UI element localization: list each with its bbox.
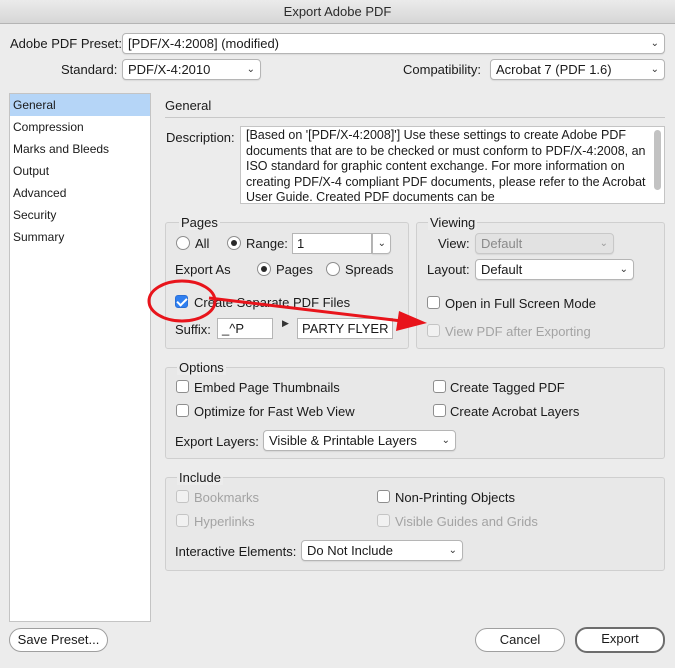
pages-label: Pages [276, 262, 313, 277]
chevron-down-icon: ⌄ [650, 38, 659, 49]
description-text: [Based on '[PDF/X-4:2008]'] Use these se… [246, 128, 646, 204]
layers-checkbox[interactable] [433, 404, 446, 417]
save-preset-button[interactable]: Save Preset... [9, 628, 108, 652]
suffix-input[interactable]: _^P [217, 318, 273, 339]
preset-value: [PDF/X-4:2008] (modified) [128, 36, 280, 51]
include-title: Include [177, 470, 223, 485]
hyperlinks-label: Hyperlinks [194, 514, 255, 529]
pages-radio[interactable] [257, 262, 271, 276]
chevron-down-icon: ⌄ [441, 435, 450, 446]
view-select[interactable]: Default ⌄ [475, 233, 614, 254]
window-title: Export Adobe PDF [0, 0, 675, 24]
spreads-label: Spreads [345, 262, 394, 277]
sidebar-item-security[interactable]: Security [10, 204, 150, 226]
interactive-select[interactable]: Do Not Include ⌄ [301, 540, 463, 561]
standard-value: PDF/X-4:2010 [128, 62, 211, 77]
export-button[interactable]: Export [575, 627, 665, 653]
chevron-down-icon: ⌄ [448, 545, 457, 556]
nonprinting-label: Non-Printing Objects [395, 490, 515, 505]
range-label: Range: [246, 236, 288, 251]
sidebar-item-output[interactable]: Output [10, 160, 150, 182]
create-separate-label: Create Separate PDF Files [194, 295, 351, 310]
sidebar-item-summary[interactable]: Summary [10, 226, 150, 248]
section-divider [165, 117, 665, 118]
viewing-title: Viewing [428, 215, 478, 230]
interactive-label: Interactive Elements: [175, 544, 297, 559]
suffix-preview: PARTY FLYER 4 [297, 318, 393, 339]
tagged-label: Create Tagged PDF [450, 380, 565, 395]
range-dropdown[interactable]: ⌄ [372, 233, 391, 254]
range-input[interactable]: 1 [292, 233, 372, 254]
all-radio[interactable] [176, 236, 190, 250]
description-box[interactable]: [Based on '[PDF/X-4:2008]'] Use these se… [240, 126, 665, 204]
sidebar-item-compression[interactable]: Compression [10, 116, 150, 138]
options-title: Options [177, 360, 226, 375]
section-title: General [165, 98, 212, 113]
create-separate-checkbox[interactable] [175, 295, 188, 308]
spreads-radio[interactable] [326, 262, 340, 276]
sidebar: General Compression Marks and Bleeds Out… [9, 93, 151, 622]
standard-label: Standard: [61, 62, 118, 77]
preset-select[interactable]: [PDF/X-4:2008] (modified) ⌄ [122, 33, 665, 54]
chevron-down-icon: ⌄ [246, 64, 255, 75]
sidebar-item-marks-and-bleeds[interactable]: Marks and Bleeds [10, 138, 150, 160]
export-layers-value: Visible & Printable Layers [269, 433, 417, 448]
arrow-right-icon: ▶ [282, 318, 289, 328]
compatibility-label: Compatibility: [403, 62, 482, 77]
layers-label: Create Acrobat Layers [450, 404, 580, 419]
pages-title: Pages [179, 215, 220, 230]
thumbnails-checkbox[interactable] [176, 380, 189, 393]
all-label: All [195, 236, 210, 251]
compatibility-select[interactable]: Acrobat 7 (PDF 1.6) ⌄ [490, 59, 665, 80]
export-layers-label: Export Layers: [175, 434, 259, 449]
hyperlinks-checkbox[interactable] [176, 514, 189, 527]
fullscreen-label: Open in Full Screen Mode [445, 296, 597, 311]
view-after-label: View PDF after Exporting [445, 324, 591, 339]
fullscreen-checkbox[interactable] [427, 296, 440, 309]
export-layers-select[interactable]: Visible & Printable Layers ⌄ [263, 430, 456, 451]
layout-value: Default [481, 262, 523, 277]
cancel-button[interactable]: Cancel [475, 628, 565, 652]
chevron-down-icon: ⌄ [650, 64, 659, 75]
bookmarks-label: Bookmarks [194, 490, 260, 505]
chevron-down-icon: ⌄ [377, 238, 386, 249]
description-label: Description: [166, 130, 235, 145]
interactive-value: Do Not Include [307, 543, 393, 558]
view-label: View: [438, 236, 470, 251]
fastweb-checkbox[interactable] [176, 404, 189, 417]
sidebar-item-general[interactable]: General [10, 94, 150, 116]
tagged-checkbox[interactable] [433, 380, 446, 393]
chevron-down-icon: ⌄ [599, 238, 608, 249]
preset-label: Adobe PDF Preset: [10, 36, 122, 51]
standard-select[interactable]: PDF/X-4:2010 ⌄ [122, 59, 261, 80]
view-value: Default [481, 236, 523, 251]
thumbnails-label: Embed Page Thumbnails [194, 380, 340, 395]
guides-label: Visible Guides and Grids [395, 514, 538, 529]
nonprinting-checkbox[interactable] [377, 490, 390, 503]
suffix-label: Suffix: [175, 322, 211, 337]
chevron-down-icon: ⌄ [619, 264, 628, 275]
sidebar-item-advanced[interactable]: Advanced [10, 182, 150, 204]
guides-checkbox[interactable] [377, 514, 390, 527]
view-after-checkbox[interactable] [427, 324, 440, 337]
description-scrollbar[interactable] [654, 130, 661, 190]
bookmarks-checkbox[interactable] [176, 490, 189, 503]
layout-label: Layout: [427, 262, 470, 277]
range-radio[interactable] [227, 236, 241, 250]
export-as-label: Export As [175, 262, 231, 277]
compatibility-value: Acrobat 7 (PDF 1.6) [496, 62, 612, 77]
fastweb-label: Optimize for Fast Web View [194, 404, 355, 419]
layout-select[interactable]: Default ⌄ [475, 259, 634, 280]
